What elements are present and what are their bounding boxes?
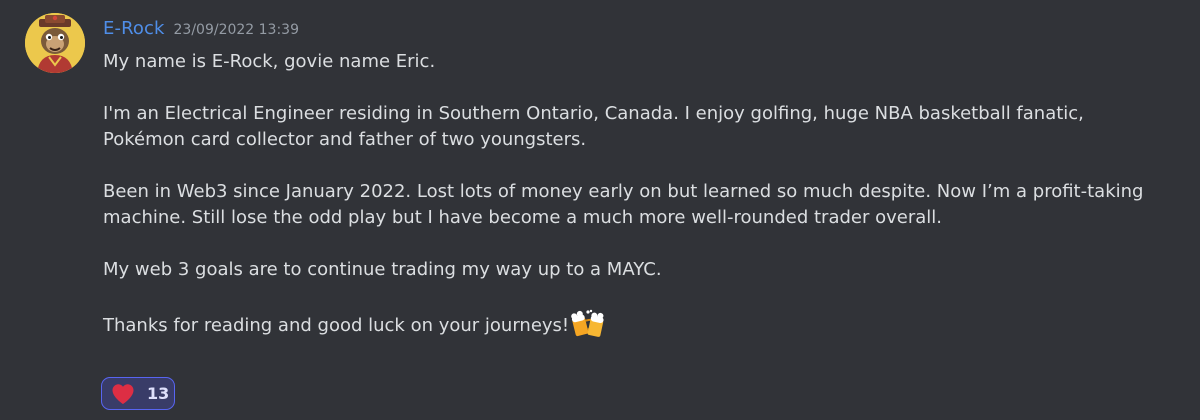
message-content: My name is E-Rock, govie name Eric. I'm …	[103, 49, 1183, 339]
message-line: machine. Still lose the odd play but I h…	[103, 207, 942, 228]
message-line: Thanks for reading and good luck on your…	[103, 315, 570, 336]
avatar[interactable]	[25, 13, 85, 73]
ape-avatar-icon	[25, 13, 85, 73]
message-line-with-emoji: Thanks for reading and good luck on your…	[103, 309, 1183, 339]
message-line: Pokémon card collector and father of two…	[103, 129, 587, 150]
chat-message: E-Rock 23/09/2022 13:39 My name is E-Roc…	[0, 0, 1200, 420]
heart-icon	[112, 383, 134, 404]
message-line: My name is E-Rock, govie name Eric.	[103, 51, 436, 72]
message-line: My web 3 goals are to continue trading m…	[103, 259, 662, 280]
reaction-count: 13	[147, 384, 170, 403]
message-line: Been in Web3 since January 2022. Lost lo…	[103, 181, 1144, 202]
message-line: I'm an Electrical Engineer residing in S…	[103, 103, 1084, 124]
message-header: E-Rock 23/09/2022 13:39	[103, 18, 299, 44]
timestamp[interactable]: 23/09/2022 13:39	[174, 22, 300, 38]
heart-reaction-button[interactable]: 13	[101, 377, 175, 410]
username[interactable]: E-Rock	[103, 18, 165, 39]
beer-mugs-icon[interactable]	[571, 309, 605, 339]
